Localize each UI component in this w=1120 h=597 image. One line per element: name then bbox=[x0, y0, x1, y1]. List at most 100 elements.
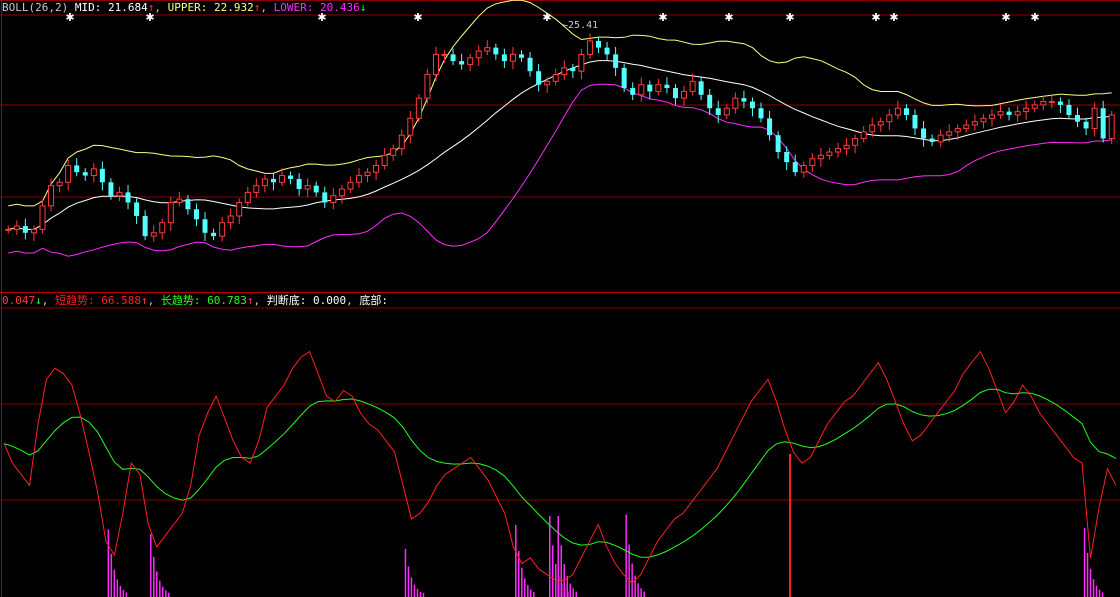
candle-body bbox=[407, 117, 414, 136]
candle-body bbox=[809, 158, 816, 166]
candle-body bbox=[715, 108, 721, 115]
candle-body bbox=[22, 226, 28, 233]
candle-body bbox=[347, 181, 354, 190]
candle-body bbox=[424, 74, 431, 99]
candle-body bbox=[142, 215, 148, 237]
candle-body bbox=[176, 198, 183, 203]
candle-body bbox=[800, 164, 807, 173]
candle-body bbox=[817, 154, 824, 160]
candle-body bbox=[681, 90, 688, 99]
candle-body bbox=[536, 71, 542, 85]
candle-body bbox=[501, 54, 507, 62]
candle-body bbox=[655, 84, 662, 92]
candle-body bbox=[270, 178, 276, 183]
candle-body bbox=[125, 192, 131, 203]
candle-body bbox=[193, 209, 199, 220]
star-marker-icon: ✱ bbox=[871, 11, 880, 24]
candle-body bbox=[843, 144, 850, 150]
candle-body bbox=[373, 164, 380, 173]
candle-body bbox=[903, 108, 909, 115]
candle-body bbox=[1075, 114, 1081, 122]
candle-body bbox=[1108, 114, 1115, 140]
candle-body bbox=[578, 53, 585, 72]
candle-body bbox=[322, 192, 328, 203]
lower-arrow-icon: ↓ bbox=[359, 1, 367, 14]
candle-body bbox=[707, 94, 713, 109]
candle-body bbox=[82, 172, 88, 176]
candle-body bbox=[732, 97, 739, 109]
bottom-label: 底部: bbox=[359, 294, 388, 307]
short-trend-arrow-icon: ↑ bbox=[141, 294, 148, 307]
star-marker-icon: ✱ bbox=[724, 11, 733, 24]
candle-body bbox=[5, 228, 12, 231]
candle-body bbox=[664, 84, 670, 89]
candle-body bbox=[390, 148, 397, 156]
candle-body bbox=[544, 80, 551, 86]
candle-body bbox=[886, 114, 893, 123]
candle-body bbox=[108, 182, 114, 196]
candle-body bbox=[304, 185, 311, 190]
candle-body bbox=[860, 131, 867, 140]
short-trend-value: 66.588 bbox=[101, 294, 141, 307]
candle-body bbox=[621, 67, 627, 89]
candle-body bbox=[1083, 121, 1089, 129]
candle-body bbox=[398, 134, 405, 150]
candle-body bbox=[330, 195, 337, 203]
candle-body bbox=[56, 181, 63, 187]
candle-body bbox=[493, 47, 499, 55]
candle-body bbox=[261, 178, 268, 187]
candle-body bbox=[39, 205, 46, 230]
candle-body bbox=[647, 84, 653, 92]
candle-body bbox=[236, 201, 243, 217]
candle-body bbox=[355, 175, 362, 183]
star-marker-icon: ✱ bbox=[413, 11, 422, 24]
candle-body bbox=[604, 47, 610, 55]
candle-body bbox=[219, 222, 226, 237]
candle-body bbox=[519, 54, 525, 58]
candle-body bbox=[741, 98, 747, 102]
first-value: 0.047 bbox=[2, 294, 36, 307]
short-trend-line bbox=[3, 350, 1117, 584]
candle-body bbox=[296, 178, 302, 190]
candle-body bbox=[90, 168, 97, 177]
candle-body bbox=[1066, 104, 1072, 115]
judge-bottom-value: 0.000 bbox=[313, 294, 347, 307]
candle-body bbox=[185, 199, 191, 210]
upper-value: 22.932 bbox=[213, 1, 254, 14]
candle-body bbox=[954, 127, 961, 133]
mid-label: MID: bbox=[74, 1, 102, 14]
upper-label: UPPER: bbox=[167, 1, 208, 14]
candle-body bbox=[227, 215, 234, 224]
lower-label: LOWER: bbox=[273, 1, 314, 14]
candle-body bbox=[99, 168, 105, 183]
candle-body bbox=[1091, 107, 1098, 129]
candle-body bbox=[1040, 101, 1047, 106]
candle-body bbox=[159, 222, 166, 234]
candle-body bbox=[758, 108, 764, 119]
candle-body bbox=[211, 232, 217, 237]
candle-body bbox=[792, 162, 798, 173]
candle-body bbox=[74, 165, 80, 173]
candle-body bbox=[509, 53, 516, 62]
candle-body bbox=[1006, 111, 1012, 115]
candle-body bbox=[167, 201, 174, 224]
star-marker-icon: ✱ bbox=[542, 11, 551, 24]
long-trend-line bbox=[3, 388, 1117, 558]
candle-body bbox=[698, 81, 704, 95]
short-trend-label: 短趋势: bbox=[55, 294, 95, 307]
candle-body bbox=[835, 148, 841, 153]
candle-body bbox=[921, 128, 927, 139]
candle-body bbox=[638, 84, 645, 96]
judge-bottom-label: 判断底: bbox=[266, 294, 307, 307]
candle-body bbox=[877, 121, 884, 126]
long-trend-value: 60.783 bbox=[207, 294, 247, 307]
candle-body bbox=[338, 188, 345, 197]
candle-body bbox=[937, 134, 944, 143]
star-marker-icon: ✱ bbox=[1030, 11, 1039, 24]
candle-body bbox=[1023, 107, 1030, 113]
candle-body bbox=[561, 67, 568, 76]
candle-body bbox=[929, 138, 935, 142]
candle-body bbox=[775, 135, 781, 152]
candle-body bbox=[980, 117, 987, 123]
boll-name: BOLL(26,2) bbox=[2, 1, 69, 14]
